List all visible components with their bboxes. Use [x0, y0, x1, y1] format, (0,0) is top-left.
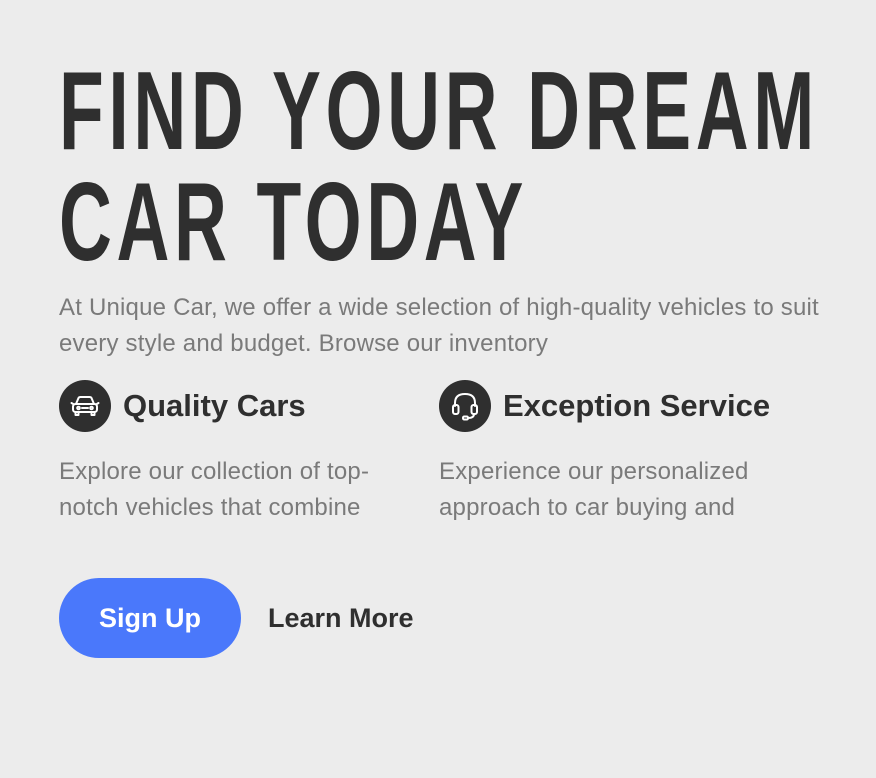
feature-description: Explore our collection of top-notch vehi… — [59, 458, 370, 521]
sign-up-button[interactable]: Sign Up — [59, 578, 241, 658]
feature-list: Quality Cars Explore our collection of t… — [59, 380, 819, 526]
feature-exception-service: Exception Service Experience our persona… — [439, 380, 819, 526]
headline-line-1: FIND YOUR DREAM — [59, 49, 819, 173]
headline-line-2: CAR TODAY — [59, 160, 529, 284]
feature-description: Experience our personalized approach to … — [439, 458, 749, 521]
learn-more-link[interactable]: Learn More — [268, 603, 414, 634]
feature-quality-cars: Quality Cars Explore our collection of t… — [59, 380, 439, 526]
feature-header: Quality Cars — [59, 380, 439, 432]
feature-title: Quality Cars — [123, 388, 306, 423]
cta-group: Sign Up Learn More — [59, 578, 414, 658]
headset-icon — [439, 380, 491, 432]
hero-section: FIND YOUR DREAM CAR TODAY At Unique Car,… — [0, 0, 876, 778]
intro-text: At Unique Car, we offer a wide selection… — [59, 294, 819, 357]
car-icon — [59, 380, 111, 432]
page-title: FIND YOUR DREAM CAR TODAY — [59, 0, 819, 284]
feature-header: Exception Service — [439, 380, 819, 432]
feature-title: Exception Service — [503, 388, 771, 423]
